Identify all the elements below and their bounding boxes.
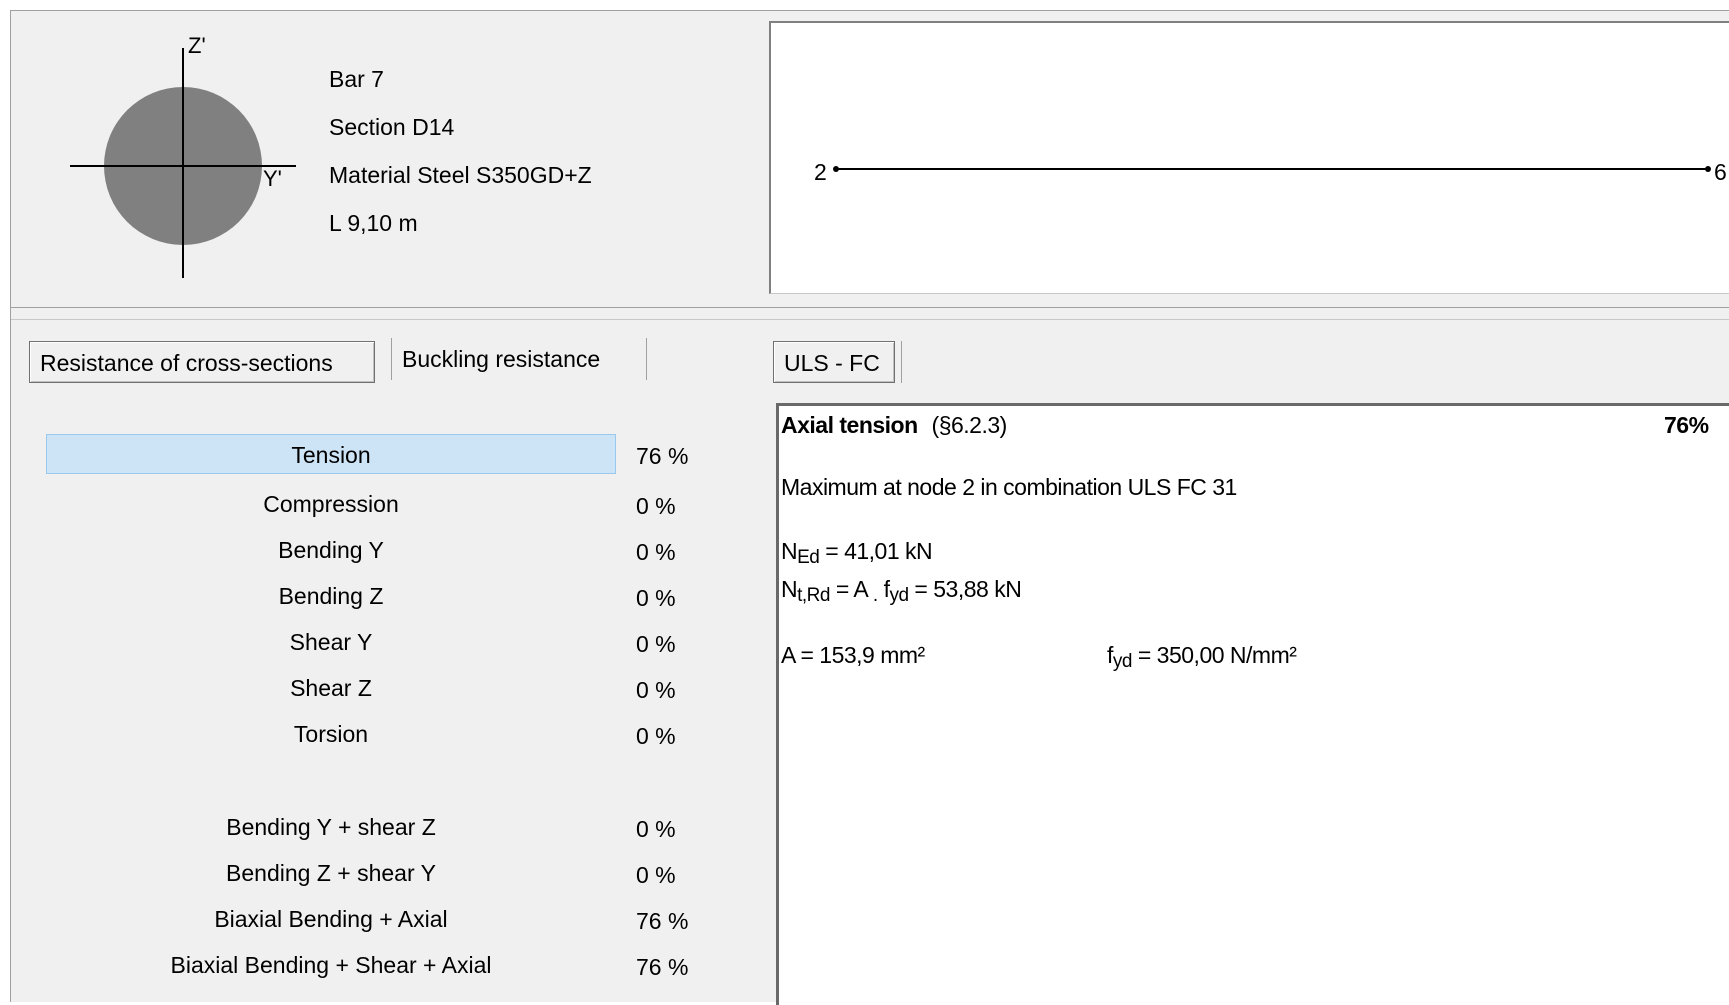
ntrd-dot: . — [872, 585, 878, 606]
check-row[interactable]: Shear Z 0 % — [46, 668, 706, 712]
axis-y-label: Y' — [263, 166, 282, 191]
check-label[interactable]: Compression — [46, 484, 616, 524]
start-node-label: 2 — [814, 159, 827, 185]
check-label[interactable]: Tension — [46, 434, 616, 474]
area-line: A = 153,9 mm² — [781, 642, 925, 668]
bar-line — [833, 166, 1711, 172]
check-value: 76 % — [636, 954, 689, 980]
tab-strip-divider — [901, 341, 902, 383]
bar-info-panel: Z' Y' Bar 7 Section D14 Material Steel S… — [11, 11, 1729, 308]
check-row[interactable]: Shear Y 0 % — [46, 622, 706, 666]
check-label[interactable]: Shear Y — [46, 622, 616, 662]
bar-section: Section D14 — [329, 114, 455, 140]
check-value: 0 % — [636, 723, 676, 749]
ned-subscript: Ed — [797, 547, 820, 568]
cross-section-icon — [70, 48, 296, 278]
tab-uls-fc[interactable]: ULS - FC — [773, 341, 895, 383]
result-clause: (§6.2.3) — [931, 412, 1008, 438]
check-row[interactable]: Torsion 0 % — [46, 714, 706, 758]
check-row[interactable]: Bending Y + shear Z 0 % — [46, 807, 706, 851]
check-row[interactable]: Biaxial Bending + Shear + Axial 76 % — [46, 945, 706, 989]
check-value: 0 % — [636, 862, 676, 888]
ned-symbol: N — [781, 538, 798, 564]
check-value: 76 % — [636, 443, 689, 469]
check-value: 0 % — [636, 816, 676, 842]
check-value: 76 % — [636, 908, 689, 934]
axis-z-label: Z' — [188, 33, 206, 58]
check-label[interactable]: Biaxial Bending + Axial — [46, 899, 616, 939]
ned-value: = 41,01 kN — [825, 538, 933, 564]
check-value: 0 % — [636, 585, 676, 611]
check-value: 0 % — [636, 631, 676, 657]
check-label[interactable]: Bending Z + shear Y — [46, 853, 616, 893]
check-row[interactable]: Bending Y 0 % — [46, 530, 706, 574]
check-label[interactable]: Bending Y — [46, 530, 616, 570]
bar-properties: Bar 7 Section D14 Material Steel S350GD+… — [329, 59, 592, 251]
check-row[interactable]: Biaxial Bending + Axial 76 % — [46, 899, 706, 943]
ntrd-line: Nt,Rd = A . fyd = 53,88 kN — [781, 576, 1022, 607]
tab-buckling-resistance[interactable]: Buckling resistance — [391, 338, 647, 380]
ned-line: NEd = 41,01 kN — [781, 538, 933, 569]
check-label[interactable]: Biaxial Bending + Shear + Axial — [46, 945, 616, 985]
result-location: Maximum at node 2 in combination ULS FC … — [781, 474, 1237, 500]
ntrd-formula-a: = A — [835, 576, 868, 602]
check-label[interactable]: Bending Z — [46, 576, 616, 616]
check-value: 0 % — [636, 493, 676, 519]
check-row[interactable]: Bending Z + shear Y 0 % — [46, 853, 706, 897]
ntrd-value: = 53,88 kN — [914, 576, 1022, 602]
bar-material: Material Steel S350GD+Z — [329, 162, 592, 188]
check-row[interactable]: Bending Z 0 % — [46, 576, 706, 620]
fyd-line: fyd = 350,00 N/mm² — [1107, 642, 1297, 673]
check-label[interactable]: Shear Z — [46, 668, 616, 708]
check-value: 0 % — [636, 677, 676, 703]
result-title: Axial tension — [781, 412, 918, 438]
check-value: 0 % — [636, 539, 676, 565]
ntrd-symbol: N — [781, 576, 798, 602]
check-label[interactable]: Bending Y + shear Z — [46, 807, 616, 847]
bar-diagram: 2 6 — [769, 21, 1729, 294]
panel-divider — [11, 319, 1729, 320]
fyd-value: = 350,00 N/mm² — [1137, 642, 1297, 668]
ntrd-subscript: t,Rd — [797, 585, 830, 606]
bar-length: L 9,10 m — [329, 210, 418, 236]
check-row[interactable]: Tension 76 % — [46, 434, 706, 478]
end-node-label: 6 — [1714, 159, 1727, 185]
steel-check-window: Z' Y' Bar 7 Section D14 Material Steel S… — [10, 10, 1729, 1005]
ntrd-fyd-subscript: yd — [889, 585, 909, 606]
fyd-subscript: yd — [1112, 651, 1133, 672]
check-row[interactable]: Compression 0 % — [46, 484, 706, 528]
result-heading: Axial tension (§6.2.3) — [781, 412, 1007, 439]
result-ratio: 76% — [1664, 412, 1709, 438]
tab-resistance-cross-sections[interactable]: Resistance of cross-sections — [29, 341, 375, 383]
check-details-panel: Axial tension (§6.2.3) 76% Maximum at no… — [776, 403, 1729, 1005]
check-label[interactable]: Torsion — [46, 714, 616, 754]
bar-name: Bar 7 — [329, 66, 384, 92]
